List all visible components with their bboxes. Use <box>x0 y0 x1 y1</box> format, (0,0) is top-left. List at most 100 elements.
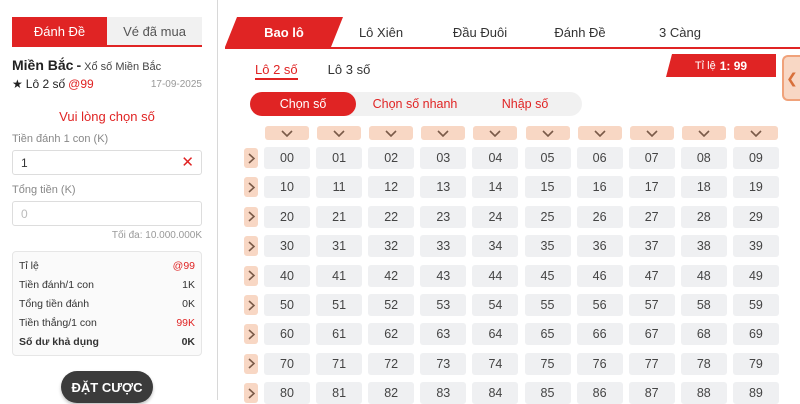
select-row-button[interactable] <box>244 236 258 257</box>
select-row-button[interactable] <box>244 383 258 404</box>
number-cell[interactable]: 20 <box>264 205 310 228</box>
number-cell[interactable]: 87 <box>628 382 675 404</box>
tab-lo-2-so[interactable]: Lô 2 số <box>255 62 298 80</box>
number-cell[interactable]: 42 <box>368 264 415 287</box>
total-input[interactable] <box>13 202 201 225</box>
number-cell[interactable]: 18 <box>680 176 727 199</box>
number-cell[interactable]: 72 <box>368 352 415 375</box>
number-cell[interactable]: 74 <box>472 352 519 375</box>
number-cell[interactable]: 14 <box>472 176 519 199</box>
number-cell[interactable]: 09 <box>732 147 779 169</box>
select-column-button[interactable] <box>525 126 570 140</box>
number-cell[interactable]: 28 <box>680 205 727 228</box>
number-cell[interactable]: 10 <box>264 176 310 199</box>
number-cell[interactable]: 24 <box>472 205 519 228</box>
number-cell[interactable]: 51 <box>316 294 363 316</box>
number-cell[interactable]: 89 <box>732 382 779 404</box>
number-cell[interactable]: 49 <box>732 264 779 287</box>
number-cell[interactable]: 37 <box>628 235 675 258</box>
number-cell[interactable]: 48 <box>680 264 727 287</box>
number-cell[interactable]: 08 <box>680 147 727 169</box>
select-column-button[interactable] <box>629 126 674 140</box>
stake-input[interactable] <box>13 151 201 174</box>
number-cell[interactable]: 62 <box>368 323 415 346</box>
number-cell[interactable]: 75 <box>524 352 571 375</box>
number-cell[interactable]: 38 <box>680 235 727 258</box>
number-cell[interactable]: 65 <box>524 323 571 346</box>
number-cell[interactable]: 29 <box>732 205 779 228</box>
select-column-button[interactable] <box>265 126 309 140</box>
tab-purchased-tickets[interactable]: Vé đã mua <box>107 17 202 45</box>
number-cell[interactable]: 86 <box>576 382 623 404</box>
select-row-button[interactable] <box>244 324 258 345</box>
tab-danh-de[interactable]: Đánh Đề <box>535 17 625 47</box>
number-cell[interactable]: 55 <box>524 294 571 316</box>
number-cell[interactable]: 50 <box>264 294 310 316</box>
number-cell[interactable]: 85 <box>524 382 571 404</box>
number-cell[interactable]: 33 <box>420 235 467 258</box>
number-cell[interactable]: 16 <box>576 176 623 199</box>
select-column-button[interactable] <box>577 126 622 140</box>
number-cell[interactable]: 07 <box>628 147 675 169</box>
number-cell[interactable]: 15 <box>524 176 571 199</box>
number-cell[interactable]: 34 <box>472 235 519 258</box>
number-cell[interactable]: 26 <box>576 205 623 228</box>
number-cell[interactable]: 82 <box>368 382 415 404</box>
number-cell[interactable]: 71 <box>316 352 363 375</box>
number-cell[interactable]: 83 <box>420 382 467 404</box>
number-cell[interactable]: 01 <box>316 147 363 169</box>
select-row-button[interactable] <box>244 265 258 286</box>
number-cell[interactable]: 03 <box>420 147 467 169</box>
number-cell[interactable]: 70 <box>264 352 310 375</box>
mode-enter-number[interactable]: Nhập số <box>474 92 576 116</box>
mode-choose-number[interactable]: Chọn số <box>250 92 356 116</box>
number-cell[interactable]: 22 <box>368 205 415 228</box>
number-cell[interactable]: 35 <box>524 235 571 258</box>
number-cell[interactable]: 04 <box>472 147 519 169</box>
select-column-button[interactable] <box>473 126 518 140</box>
number-cell[interactable]: 57 <box>628 294 675 316</box>
number-cell[interactable]: 61 <box>316 323 363 346</box>
number-cell[interactable]: 31 <box>316 235 363 258</box>
number-cell[interactable]: 17 <box>628 176 675 199</box>
number-cell[interactable]: 41 <box>316 264 363 287</box>
number-cell[interactable]: 60 <box>264 323 310 346</box>
number-cell[interactable]: 05 <box>524 147 571 169</box>
close-icon[interactable]: ✕ <box>181 154 194 172</box>
number-cell[interactable]: 43 <box>420 264 467 287</box>
number-cell[interactable]: 39 <box>732 235 779 258</box>
number-cell[interactable]: 73 <box>420 352 467 375</box>
number-cell[interactable]: 59 <box>732 294 779 316</box>
number-cell[interactable]: 84 <box>472 382 519 404</box>
number-cell[interactable]: 52 <box>368 294 415 316</box>
tab-3-cang[interactable]: 3 Càng <box>635 17 725 47</box>
select-row-button[interactable] <box>244 206 258 227</box>
number-cell[interactable]: 69 <box>732 323 779 346</box>
select-row-button[interactable] <box>244 148 258 168</box>
number-cell[interactable]: 00 <box>264 147 310 169</box>
number-cell[interactable]: 58 <box>680 294 727 316</box>
tab-lo-3-so[interactable]: Lô 3 số <box>328 62 371 80</box>
number-cell[interactable]: 66 <box>576 323 623 346</box>
number-cell[interactable]: 30 <box>264 235 310 258</box>
select-column-button[interactable] <box>421 126 466 140</box>
number-cell[interactable]: 77 <box>628 352 675 375</box>
number-cell[interactable]: 46 <box>576 264 623 287</box>
number-cell[interactable]: 02 <box>368 147 415 169</box>
number-cell[interactable]: 79 <box>732 352 779 375</box>
tab-dau-duoi[interactable]: Đầu Đuôi <box>435 17 525 47</box>
number-cell[interactable]: 47 <box>628 264 675 287</box>
mode-quick-choose[interactable]: Chọn số nhanh <box>356 92 474 116</box>
number-cell[interactable]: 32 <box>368 235 415 258</box>
number-cell[interactable]: 67 <box>628 323 675 346</box>
select-column-button[interactable] <box>733 126 778 140</box>
number-cell[interactable]: 19 <box>732 176 779 199</box>
select-row-button[interactable] <box>244 177 258 198</box>
number-cell[interactable]: 27 <box>628 205 675 228</box>
number-cell[interactable]: 45 <box>524 264 571 287</box>
number-cell[interactable]: 23 <box>420 205 467 228</box>
number-cell[interactable]: 68 <box>680 323 727 346</box>
number-cell[interactable]: 36 <box>576 235 623 258</box>
number-cell[interactable]: 63 <box>420 323 467 346</box>
number-cell[interactable]: 64 <box>472 323 519 346</box>
